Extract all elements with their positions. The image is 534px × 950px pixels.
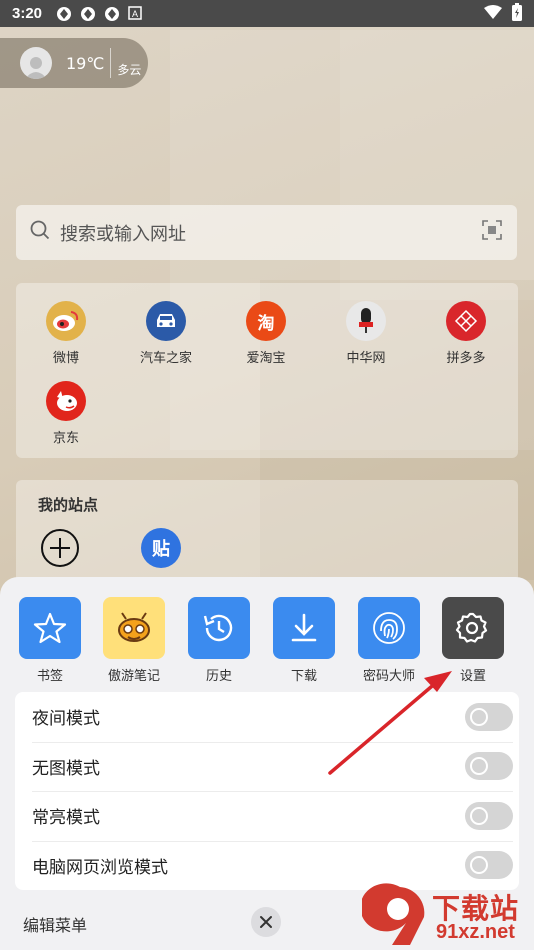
menu-label: 设置	[459, 669, 486, 684]
menu-password-master[interactable]: 密码大师	[353, 597, 425, 684]
app-notification-icon	[80, 6, 96, 22]
quick-site-label: 爱淘宝	[246, 351, 286, 366]
mode-toggle-list: 夜间模式 无图模式 常亮模式 电脑网页浏览模式	[15, 692, 519, 890]
history-icon	[188, 597, 250, 659]
weather-widget[interactable]: 19℃ 多云	[0, 38, 148, 88]
menu-notes[interactable]: 傲游笔记	[98, 597, 170, 684]
download-icon	[273, 597, 335, 659]
close-menu-button[interactable]	[251, 907, 281, 937]
app-notification-icon	[104, 6, 120, 22]
quick-site-label: 拼多多	[446, 351, 486, 366]
toggle-row-night-mode[interactable]: 夜间模式	[15, 692, 519, 742]
no-image-mode-switch[interactable]	[465, 752, 513, 781]
avatar[interactable]	[20, 47, 52, 79]
quick-sites-panel: 微博 汽车之家 淘 爱淘宝 中华网 拼多多 京东	[16, 283, 518, 458]
temperature: 19℃	[66, 53, 105, 73]
night-mode-switch[interactable]	[465, 702, 513, 731]
toggle-label: 常亮模式	[32, 808, 100, 829]
menu-label: 历史	[205, 669, 232, 684]
quick-site-taobao[interactable]: 淘 爱淘宝	[216, 301, 316, 366]
menu-history[interactable]: 历史	[183, 597, 255, 684]
close-icon	[260, 916, 272, 928]
quick-site-label: 汽车之家	[139, 351, 192, 366]
add-site-button[interactable]	[40, 528, 80, 572]
pinduoduo-icon	[446, 301, 486, 341]
watermark-logo: 下载站 91xz.net	[360, 883, 534, 950]
keep-screen-on-switch[interactable]	[465, 801, 513, 830]
taobao-icon: 淘	[246, 301, 286, 341]
my-sites-title: 我的站点	[38, 496, 99, 514]
search-placeholder: 搜索或输入网址	[60, 223, 186, 245]
scan-icon[interactable]	[481, 219, 503, 246]
menu-label: 密码大师	[362, 669, 415, 684]
car-icon	[146, 301, 186, 341]
desktop-mode-switch[interactable]	[465, 851, 513, 880]
quick-site-label: 中华网	[346, 351, 386, 366]
app-notification-icon	[56, 6, 72, 22]
microphone-icon	[346, 301, 386, 341]
tieba-site-icon[interactable]: 贴	[141, 528, 181, 568]
svg-text:A: A	[132, 9, 138, 19]
wifi-icon	[484, 4, 502, 23]
menu-settings[interactable]: 设置	[437, 597, 509, 684]
quick-site-pinduoduo[interactable]: 拼多多	[416, 301, 516, 366]
bee-icon	[103, 597, 165, 659]
quick-site-label: 微博	[52, 351, 79, 366]
menu-label: 书签	[36, 669, 63, 684]
status-bar: 3:20 A	[0, 0, 534, 27]
star-icon	[19, 597, 81, 659]
quick-site-weibo[interactable]: 微博	[16, 301, 116, 366]
quick-site-jd[interactable]: 京东	[16, 381, 116, 446]
battery-icon	[512, 2, 522, 25]
quick-site-autohome[interactable]: 汽车之家	[116, 301, 216, 366]
toggle-label: 无图模式	[32, 758, 100, 779]
edit-menu-button[interactable]: 编辑菜单	[23, 912, 87, 936]
menu-bookmarks[interactable]: 书签	[14, 597, 86, 684]
toggle-row-keep-screen-on[interactable]: 常亮模式	[15, 791, 519, 841]
menu-label: 下载	[290, 669, 317, 684]
quick-site-label: 京东	[52, 431, 79, 446]
menu-label: 傲游笔记	[107, 669, 160, 684]
menu-download[interactable]: 下载	[268, 597, 340, 684]
a-notification-icon: A	[128, 5, 144, 22]
toggle-row-no-image-mode[interactable]: 无图模式	[15, 741, 519, 792]
search-input[interactable]: 搜索或输入网址	[16, 205, 517, 260]
search-icon	[30, 220, 50, 245]
jd-dog-icon	[46, 381, 86, 421]
gear-icon	[442, 597, 504, 659]
watermark-domain: 91xz.net	[436, 921, 515, 943]
fingerprint-icon	[358, 597, 420, 659]
toggle-label: 电脑网页浏览模式	[32, 857, 168, 878]
watermark-9-icon	[360, 883, 425, 945]
toggle-label: 夜间模式	[32, 709, 100, 730]
weibo-icon	[46, 301, 86, 341]
clock: 3:20	[12, 5, 43, 22]
weather-condition: 多云	[117, 63, 142, 77]
quick-site-china-com[interactable]: 中华网	[316, 301, 416, 366]
